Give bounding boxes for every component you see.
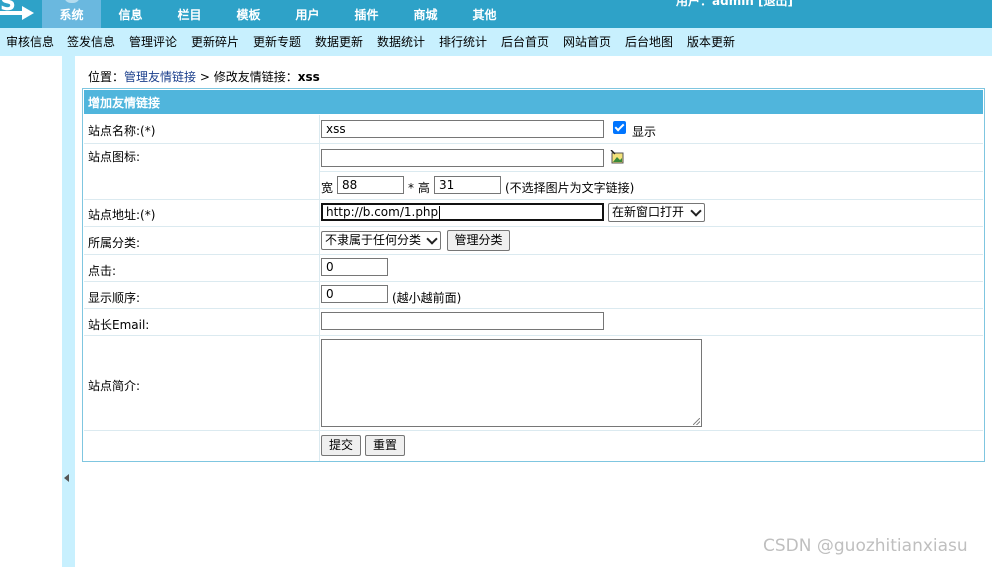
tab-shop[interactable]: 商城 — [396, 0, 455, 28]
tab-label: 商城 — [413, 8, 438, 22]
row-divider — [320, 171, 983, 172]
width-label: 宽 — [321, 181, 334, 195]
row-divider — [84, 281, 983, 282]
height-input[interactable]: 31 — [434, 176, 501, 194]
site-icon-label: 站点图标: — [88, 150, 141, 164]
intro-textarea[interactable] — [321, 339, 702, 427]
chevron-down-icon — [690, 205, 702, 217]
link-form: 增加友情链接 站点名称:(*) xss 显示 站点图标: 宽 88 * 高 31… — [82, 88, 985, 462]
subnav-comments[interactable]: 管理评论 — [129, 28, 177, 56]
tab-column[interactable]: 栏目 — [160, 0, 219, 28]
tab-label: 用户 — [295, 8, 320, 22]
tab-user[interactable]: 用户 — [278, 0, 337, 28]
reset-button[interactable]: 重置 — [365, 435, 405, 456]
subnav-version-update[interactable]: 版本更新 — [687, 28, 735, 56]
tab-decoration — [63, 0, 80, 3]
subnav-fragments[interactable]: 更新碎片 — [191, 28, 239, 56]
site-icon-input[interactable] — [321, 149, 604, 167]
width-input[interactable]: 88 — [337, 176, 404, 194]
clicks-input[interactable]: 0 — [321, 258, 388, 276]
category-select-value: 不隶属于任何分类 — [325, 233, 422, 247]
tab-label: 信息 — [118, 8, 143, 22]
tab-label: 系统 — [59, 8, 84, 22]
show-checkbox[interactable] — [613, 121, 626, 134]
email-input[interactable] — [321, 312, 604, 330]
row-divider — [84, 308, 983, 309]
breadcrumb-current-name: xss — [297, 70, 320, 84]
logo-letter: S — [0, 0, 16, 16]
target-select-value: 在新窗口打开 — [612, 205, 685, 219]
category-label: 所属分类: — [88, 236, 141, 250]
top-nav-bar: S 系统 信息 栏目 模板 用户 插件 商城 其他 用户：admin [退出] — [0, 0, 992, 28]
subnav-topics[interactable]: 更新专题 — [253, 28, 301, 56]
show-label: 显示 — [632, 125, 657, 139]
subnav-rank-stats[interactable]: 排行统计 — [439, 28, 487, 56]
text-caret — [439, 206, 441, 219]
site-url-value: http://b.com/1.php — [326, 205, 439, 219]
subnav-review[interactable]: 审核信息 — [6, 28, 54, 56]
order-hint: (越小越前面) — [392, 291, 462, 305]
site-name-label: 站点名称:(*) — [88, 124, 156, 138]
column-divider — [319, 115, 320, 461]
form-title: 增加友情链接 — [84, 90, 983, 114]
email-label: 站长Email: — [88, 318, 150, 332]
subnav-data-update[interactable]: 数据更新 — [315, 28, 363, 56]
intro-label: 站点简介: — [88, 379, 141, 393]
order-input[interactable]: 0 — [321, 285, 388, 303]
tab-label: 其他 — [472, 8, 497, 22]
order-label: 显示顺序: — [88, 291, 141, 305]
tab-info[interactable]: 信息 — [101, 0, 160, 28]
tab-other[interactable]: 其他 — [455, 0, 514, 28]
breadcrumb: 位置：管理友情链接 > 修改友情链接：xss — [88, 68, 320, 85]
row-divider — [84, 143, 983, 144]
row-divider — [84, 430, 983, 431]
submit-button[interactable]: 提交 — [321, 435, 361, 456]
site-name-input[interactable]: xss — [321, 120, 604, 138]
tab-plugin[interactable]: 插件 — [337, 0, 396, 28]
site-url-input[interactable]: http://b.com/1.php — [321, 203, 604, 221]
target-select[interactable]: 在新窗口打开 — [608, 203, 705, 222]
height-label: * 高 — [408, 181, 430, 195]
icon-hint: (不选择图片为文字链接) — [505, 181, 635, 195]
site-url-label: 站点地址:(*) — [88, 208, 156, 222]
row-divider — [84, 199, 983, 200]
watermark: CSDN @guozhitianxiasu — [763, 536, 968, 556]
user-info[interactable]: 用户：admin [退出] — [676, 0, 793, 9]
category-select[interactable]: 不隶属于任何分类 — [321, 231, 441, 250]
breadcrumb-current: 修改友情链接： — [213, 70, 298, 84]
subnav-data-stats[interactable]: 数据统计 — [377, 28, 425, 56]
tab-label: 模板 — [236, 8, 261, 22]
breadcrumb-prefix: 位置： — [88, 70, 125, 84]
resize-handle[interactable] — [693, 418, 700, 425]
image-picker-icon[interactable] — [610, 150, 624, 164]
sub-nav-bar: 审核信息 签发信息 管理评论 更新碎片 更新专题 数据更新 数据统计 排行统计 … — [0, 28, 992, 56]
sidebar-toggle-strip[interactable] — [62, 56, 75, 567]
chevron-down-icon — [426, 233, 438, 245]
row-divider — [84, 335, 983, 336]
breadcrumb-link-manage-links[interactable]: 管理友情链接 — [124, 70, 196, 84]
row-divider — [84, 254, 983, 255]
manage-category-button[interactable]: 管理分类 — [447, 230, 510, 251]
tab-system[interactable]: 系统 — [42, 0, 101, 28]
subnav-admin-map[interactable]: 后台地图 — [625, 28, 673, 56]
tab-label: 插件 — [354, 8, 379, 22]
clicks-label: 点击: — [88, 264, 117, 278]
left-panel — [0, 56, 62, 567]
subnav-admin-home[interactable]: 后台首页 — [501, 28, 549, 56]
row-divider — [84, 226, 983, 227]
collapse-arrow-icon[interactable] — [64, 474, 69, 482]
tab-template[interactable]: 模板 — [219, 0, 278, 28]
subnav-site-home[interactable]: 网站首页 — [563, 28, 611, 56]
tab-label: 栏目 — [177, 8, 202, 22]
breadcrumb-separator: > — [196, 70, 214, 84]
subnav-sign[interactable]: 签发信息 — [67, 28, 115, 56]
